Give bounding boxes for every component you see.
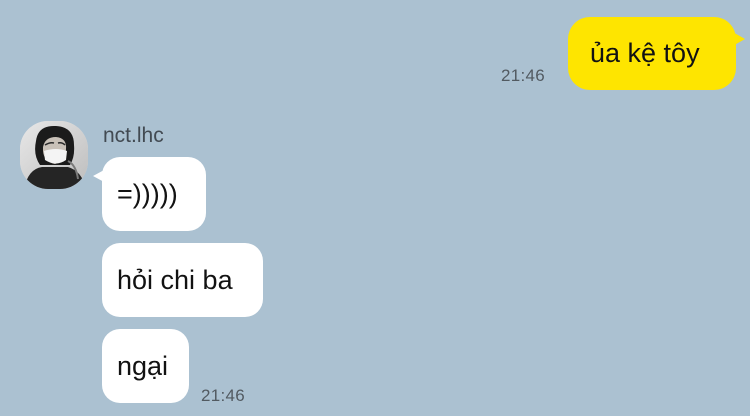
bubble-tail	[731, 31, 745, 47]
bubble-tail	[93, 169, 106, 183]
avatar[interactable]	[20, 121, 88, 189]
outgoing-message-bubble[interactable]: ủa kệ tôy	[568, 17, 745, 90]
message-text: ủa kệ tôy	[590, 38, 700, 68]
message-text: =)))))	[117, 178, 178, 209]
message-text: hỏi chi ba	[117, 264, 233, 295]
incoming-message-bubble[interactable]: ngại	[102, 329, 189, 403]
sender-name: nct.lhc	[103, 124, 164, 147]
profile-photo-masked-person	[20, 121, 88, 189]
incoming-message-bubble[interactable]: hỏi chi ba	[102, 243, 263, 317]
message-timestamp: 21:46	[201, 386, 246, 405]
message-timestamp: 21:46	[501, 66, 546, 85]
incoming-message-bubble[interactable]: =)))))	[93, 157, 206, 231]
message-text: ngại	[117, 350, 169, 381]
